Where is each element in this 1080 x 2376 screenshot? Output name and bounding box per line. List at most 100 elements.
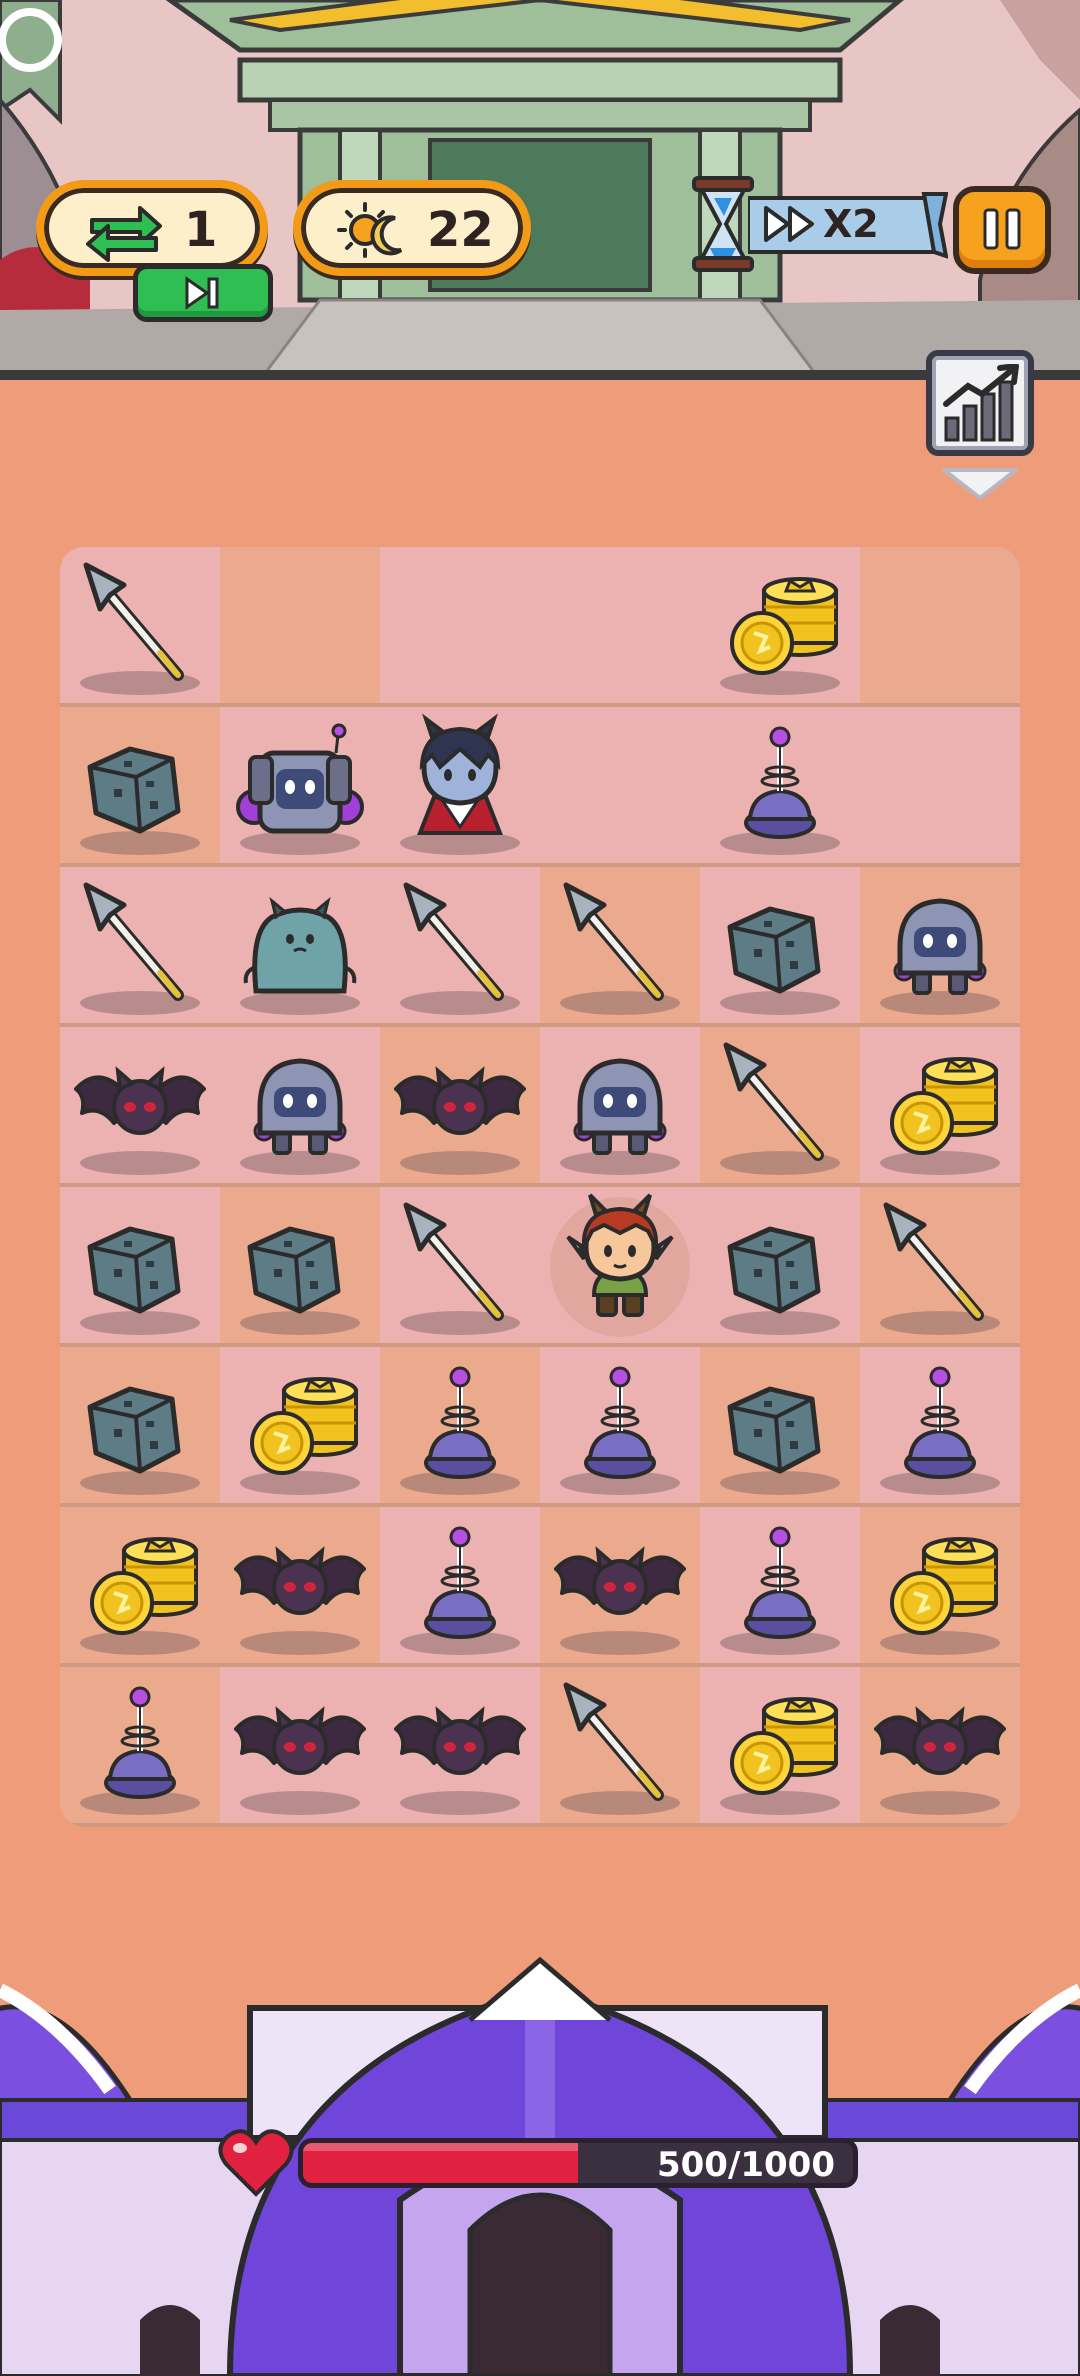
coins-icon[interactable]	[700, 1667, 860, 1827]
chevron-down-icon[interactable]	[940, 466, 1020, 502]
board-cell[interactable]	[540, 1507, 700, 1667]
board-cell[interactable]	[700, 547, 860, 707]
castle-health-bar: 500/1000	[298, 2138, 858, 2188]
blob-icon[interactable]	[220, 867, 380, 1027]
top-scene-background: 1 22 X2	[0, 0, 1080, 380]
spear-icon[interactable]	[700, 1027, 860, 1187]
bat-icon[interactable]	[540, 1507, 700, 1667]
swap-icon	[86, 206, 162, 262]
energy-count: 22	[427, 202, 494, 258]
board-cell[interactable]	[380, 867, 540, 1027]
board-cell[interactable]	[380, 1507, 540, 1667]
coins-icon[interactable]	[700, 547, 860, 707]
board-cell[interactable]	[220, 1347, 380, 1507]
board-cell[interactable]	[60, 1027, 220, 1187]
board-cell[interactable]	[60, 867, 220, 1027]
board-cell[interactable]	[860, 1347, 1020, 1507]
board-cell[interactable]	[220, 1027, 380, 1187]
coins-icon[interactable]	[860, 1507, 1020, 1667]
board-cell[interactable]	[220, 707, 380, 867]
board-cell[interactable]	[540, 867, 700, 1027]
board-cell[interactable]	[220, 547, 380, 707]
bat-icon[interactable]	[860, 1667, 1020, 1827]
coins-icon[interactable]	[60, 1507, 220, 1667]
board-cell[interactable]	[540, 1187, 700, 1347]
tower-icon[interactable]	[380, 1347, 540, 1507]
bat-icon[interactable]	[380, 1027, 540, 1187]
board-cell[interactable]	[380, 1027, 540, 1187]
knight-icon[interactable]	[860, 867, 1020, 1027]
board-cell[interactable]	[700, 1187, 860, 1347]
tower-icon[interactable]	[540, 1347, 700, 1507]
robot-icon[interactable]	[220, 707, 380, 867]
board-cell[interactable]	[700, 1507, 860, 1667]
board-cell[interactable]	[860, 1667, 1020, 1827]
hero-icon[interactable]	[540, 1187, 700, 1347]
vampire-icon[interactable]	[380, 707, 540, 867]
stats-button[interactable]	[926, 350, 1034, 456]
rock-icon[interactable]	[60, 1347, 220, 1507]
board-cell[interactable]	[220, 867, 380, 1027]
board-cell[interactable]	[860, 1027, 1020, 1187]
board-cell[interactable]	[700, 1667, 860, 1827]
tower-icon[interactable]	[860, 1347, 1020, 1507]
board-cell[interactable]	[380, 1667, 540, 1827]
board-cell[interactable]	[380, 707, 540, 867]
board-cell[interactable]	[380, 1187, 540, 1347]
spear-icon[interactable]	[540, 867, 700, 1027]
rock-icon[interactable]	[60, 1187, 220, 1347]
board-cell[interactable]	[220, 1667, 380, 1827]
board-cell[interactable]	[380, 547, 540, 707]
spear-icon[interactable]	[860, 1187, 1020, 1347]
rock-icon[interactable]	[700, 867, 860, 1027]
board-cell[interactable]	[700, 707, 860, 867]
board-cell[interactable]	[60, 1347, 220, 1507]
board-cell[interactable]	[60, 1667, 220, 1827]
board-cell[interactable]	[220, 1507, 380, 1667]
speed-toggle[interactable]: X2	[688, 176, 948, 272]
spear-icon[interactable]	[540, 1667, 700, 1827]
spear-icon[interactable]	[380, 867, 540, 1027]
board-cell[interactable]	[700, 1027, 860, 1187]
knight-icon[interactable]	[540, 1027, 700, 1187]
board-cell[interactable]	[700, 867, 860, 1027]
skip-button[interactable]	[133, 264, 273, 322]
skip-icon	[185, 276, 219, 310]
spear-icon[interactable]	[380, 1187, 540, 1347]
board-cell[interactable]	[540, 707, 700, 867]
board-cell[interactable]	[540, 1027, 700, 1187]
board-cell[interactable]	[60, 707, 220, 867]
coins-icon[interactable]	[860, 1027, 1020, 1187]
board-cell[interactable]	[700, 1347, 860, 1507]
board-cell[interactable]	[60, 547, 220, 707]
board-cell[interactable]	[860, 1187, 1020, 1347]
bat-icon[interactable]	[380, 1667, 540, 1827]
bat-icon[interactable]	[220, 1667, 380, 1827]
board-cell[interactable]	[60, 1507, 220, 1667]
board-cell[interactable]	[860, 547, 1020, 707]
spear-icon[interactable]	[60, 867, 220, 1027]
spear-icon[interactable]	[60, 547, 220, 707]
tower-icon[interactable]	[60, 1667, 220, 1827]
rock-icon[interactable]	[700, 1187, 860, 1347]
tower-icon[interactable]	[380, 1507, 540, 1667]
tower-icon[interactable]	[700, 707, 860, 867]
tower-icon[interactable]	[700, 1507, 860, 1667]
rock-icon[interactable]	[60, 707, 220, 867]
board-cell[interactable]	[540, 547, 700, 707]
bat-icon[interactable]	[220, 1507, 380, 1667]
board-cell[interactable]	[860, 707, 1020, 867]
coins-icon[interactable]	[220, 1347, 380, 1507]
board-cell[interactable]	[860, 867, 1020, 1027]
board-cell[interactable]	[860, 1507, 1020, 1667]
pause-button[interactable]	[953, 186, 1051, 274]
board-cell[interactable]	[540, 1667, 700, 1827]
bat-icon[interactable]	[60, 1027, 220, 1187]
board-cell[interactable]	[60, 1187, 220, 1347]
rock-icon[interactable]	[700, 1347, 860, 1507]
knight-icon[interactable]	[220, 1027, 380, 1187]
board-cell[interactable]	[380, 1347, 540, 1507]
rock-icon[interactable]	[220, 1187, 380, 1347]
board-cell[interactable]	[540, 1347, 700, 1507]
board-cell[interactable]	[220, 1187, 380, 1347]
